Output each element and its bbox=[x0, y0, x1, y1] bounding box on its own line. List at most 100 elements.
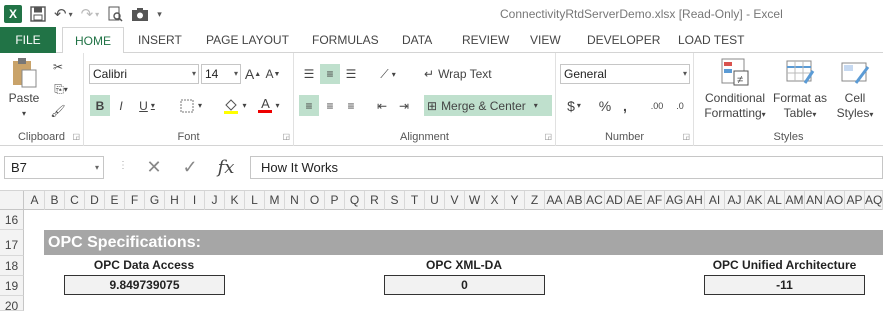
align-left-icon[interactable]: ≡ bbox=[299, 95, 319, 116]
cell-styles-button[interactable]: Cell Styles▾ bbox=[832, 57, 878, 122]
increase-indent-icon[interactable]: ⇥ bbox=[394, 95, 414, 116]
number-format-dropdown[interactable]: General ▾ bbox=[560, 64, 690, 84]
column-header[interactable]: C bbox=[65, 191, 85, 210]
bottom-align-icon[interactable]: ☰ bbox=[341, 64, 361, 84]
tab-formulas[interactable]: FORMULAS bbox=[312, 27, 379, 53]
row-header[interactable]: 19 bbox=[0, 276, 24, 296]
column-header[interactable]: U bbox=[425, 191, 445, 210]
cut-icon[interactable]: ✂ bbox=[48, 58, 68, 76]
column-header[interactable]: S bbox=[385, 191, 405, 210]
tab-insert[interactable]: INSERT bbox=[138, 27, 182, 53]
name-box[interactable]: B7 ▾ bbox=[4, 156, 104, 179]
font-size-dropdown[interactable]: 14 ▾ bbox=[201, 64, 241, 84]
column-header[interactable]: AE bbox=[625, 191, 645, 210]
column-header[interactable]: I bbox=[185, 191, 205, 210]
middle-align-icon[interactable]: ≡ bbox=[320, 64, 340, 84]
row-header[interactable]: 20 bbox=[0, 296, 24, 311]
print-preview-icon[interactable] bbox=[107, 3, 123, 25]
opc-xml-da-label[interactable]: OPC XML-DA bbox=[384, 258, 544, 272]
column-header[interactable]: P bbox=[325, 191, 345, 210]
column-header[interactable]: A bbox=[25, 191, 45, 210]
column-header[interactable]: J bbox=[205, 191, 225, 210]
column-header[interactable]: AL bbox=[765, 191, 785, 210]
column-header[interactable]: AI bbox=[705, 191, 725, 210]
column-header[interactable]: N bbox=[285, 191, 305, 210]
camera-icon[interactable] bbox=[131, 3, 149, 25]
opc-ua-value[interactable]: -11 bbox=[704, 275, 865, 295]
increase-decimal-button[interactable]: .00 bbox=[646, 95, 668, 116]
column-header[interactable]: Z bbox=[525, 191, 545, 210]
borders-button[interactable]: ▾ bbox=[176, 95, 206, 116]
align-right-icon[interactable]: ≡ bbox=[341, 95, 361, 116]
number-launcher-icon[interactable]: ◲ bbox=[682, 132, 690, 141]
merge-center-button[interactable]: ⊞ Merge & Center ▾ bbox=[424, 95, 552, 116]
column-header[interactable]: AD bbox=[605, 191, 625, 210]
enter-icon[interactable]: ✓ bbox=[172, 157, 208, 178]
column-header[interactable]: D bbox=[85, 191, 105, 210]
column-header[interactable]: AH bbox=[685, 191, 705, 210]
tab-review[interactable]: REVIEW bbox=[462, 27, 509, 53]
underline-button[interactable]: U ▾ bbox=[134, 95, 160, 116]
align-center-icon[interactable]: ≡ bbox=[320, 95, 340, 116]
undo-icon[interactable]: ↶ ▾ bbox=[54, 3, 73, 25]
column-header[interactable]: B bbox=[45, 191, 65, 210]
column-header[interactable]: O bbox=[305, 191, 325, 210]
column-header[interactable]: M bbox=[265, 191, 285, 210]
column-header[interactable]: G bbox=[145, 191, 165, 210]
currency-button[interactable]: $ ▾ bbox=[562, 95, 586, 116]
shrink-font-button[interactable]: A ▼ bbox=[264, 65, 282, 83]
conditional-formatting-button[interactable]: ≠ Conditional Formatting▾ bbox=[700, 57, 770, 122]
save-icon[interactable] bbox=[30, 3, 46, 25]
wrap-text-button[interactable]: ↵ Wrap Text bbox=[424, 64, 504, 84]
column-header[interactable]: W bbox=[465, 191, 485, 210]
tab-file[interactable]: FILE bbox=[0, 27, 56, 53]
bold-button[interactable]: B bbox=[90, 95, 110, 116]
font-launcher-icon[interactable]: ◲ bbox=[282, 132, 290, 141]
column-header[interactable]: AP bbox=[845, 191, 865, 210]
format-as-table-button[interactable]: Format as Table▾ bbox=[772, 57, 828, 122]
format-painter-icon[interactable]: 🖌 bbox=[48, 102, 68, 120]
column-header[interactable]: R bbox=[365, 191, 385, 210]
column-header[interactable]: V bbox=[445, 191, 465, 210]
font-name-dropdown[interactable]: Calibri ▾ bbox=[89, 64, 199, 84]
orientation-icon[interactable]: ⟋ ▾ bbox=[374, 64, 402, 84]
grow-font-button[interactable]: A ▲ bbox=[244, 65, 262, 83]
column-header[interactable]: AM bbox=[785, 191, 805, 210]
tab-load-test[interactable]: LOAD TEST bbox=[678, 27, 744, 53]
fill-color-button[interactable]: ▾ bbox=[220, 95, 250, 116]
column-header[interactable]: H bbox=[165, 191, 185, 210]
section-banner[interactable]: OPC Specifications: bbox=[44, 230, 883, 255]
column-header[interactable]: AF bbox=[645, 191, 665, 210]
opc-data-access-value[interactable]: 9.849739075 bbox=[64, 275, 225, 295]
column-header[interactable]: AO bbox=[825, 191, 845, 210]
row-header[interactable]: 17 bbox=[0, 230, 24, 256]
column-header[interactable]: Y bbox=[505, 191, 525, 210]
column-header[interactable]: AQ bbox=[865, 191, 883, 210]
tab-data[interactable]: DATA bbox=[402, 27, 432, 53]
italic-button[interactable]: I bbox=[112, 95, 130, 116]
row-header[interactable]: 18 bbox=[0, 256, 24, 276]
excel-logo-icon[interactable]: X bbox=[4, 3, 22, 25]
tab-page-layout[interactable]: PAGE LAYOUT bbox=[206, 27, 289, 53]
tab-home[interactable]: HOME bbox=[62, 27, 124, 54]
redo-icon[interactable]: ↷ ▾ bbox=[81, 3, 100, 25]
column-header[interactable]: E bbox=[105, 191, 125, 210]
tab-view[interactable]: VIEW bbox=[530, 27, 561, 53]
column-header[interactable]: AJ bbox=[725, 191, 745, 210]
select-all-corner[interactable] bbox=[0, 191, 24, 210]
column-header[interactable]: AG bbox=[665, 191, 685, 210]
column-header[interactable]: AA bbox=[545, 191, 565, 210]
opc-data-access-label[interactable]: OPC Data Access bbox=[64, 258, 224, 272]
tab-developer[interactable]: DEVELOPER bbox=[587, 27, 660, 53]
column-header[interactable]: X bbox=[485, 191, 505, 210]
font-color-button[interactable]: A ▾ bbox=[254, 95, 284, 116]
opc-xml-da-value[interactable]: 0 bbox=[384, 275, 545, 295]
column-header[interactable]: AB bbox=[565, 191, 585, 210]
column-header[interactable]: AC bbox=[585, 191, 605, 210]
column-header[interactable]: F bbox=[125, 191, 145, 210]
paste-button[interactable]: Paste ▾ bbox=[4, 57, 44, 121]
column-header[interactable]: K bbox=[225, 191, 245, 210]
decrease-indent-icon[interactable]: ⇤ bbox=[372, 95, 392, 116]
column-header[interactable]: T bbox=[405, 191, 425, 210]
row-header[interactable]: 16 bbox=[0, 210, 24, 230]
